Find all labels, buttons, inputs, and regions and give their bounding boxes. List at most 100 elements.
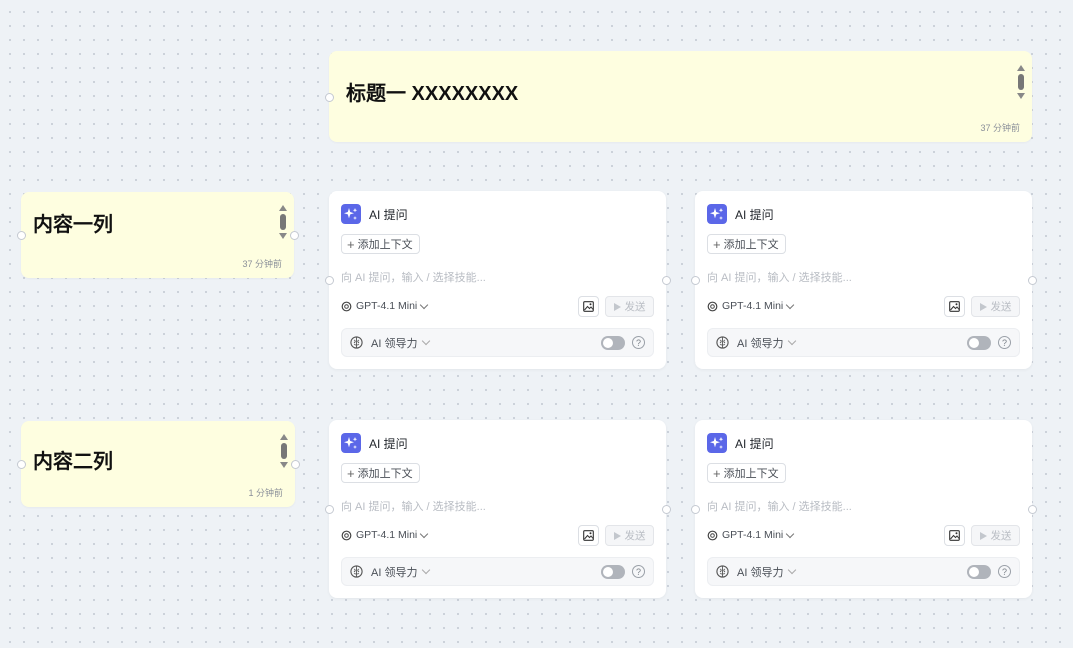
help-icon[interactable]: ? [632,565,645,578]
card-title: AI 提问 [735,207,774,222]
model-selector[interactable]: GPT-4.1 Mini [707,300,795,312]
send-icon [613,302,621,311]
chevron-down-icon[interactable] [788,565,797,575]
prompt-input[interactable]: 向 AI 提问，输入 / 选择技能... [341,269,486,285]
prompt-input[interactable]: 向 AI 提问，输入 / 选择技能... [341,498,486,514]
ai-sparkle-icon [341,433,361,453]
model-label: GPT-4.1 Mini [722,529,784,541]
ai-leadership-row[interactable]: AI 领导力 ? [341,328,654,357]
connector-handle[interactable] [662,505,671,514]
send-icon [979,302,987,311]
add-context-label: 添加上下文 [723,468,779,480]
add-context-label: 添加上下文 [357,468,413,480]
openai-icon [707,301,718,311]
scroll-thumb[interactable] [280,214,286,230]
chevron-down-icon [420,300,429,309]
openai-icon [341,530,352,540]
openai-icon [341,301,352,311]
prompt-input[interactable]: 向 AI 提问，输入 / 选择技能... [707,498,852,514]
add-context-label: 添加上下文 [723,239,779,251]
ai-leadership-row[interactable]: AI 领导力 ? [707,557,1020,586]
connector-handle[interactable] [325,276,334,285]
send-button[interactable]: 发送 [971,525,1020,546]
connector-handle[interactable] [1028,505,1037,514]
brain-icon [350,565,363,578]
image-upload-button[interactable] [944,296,965,317]
ai-leadership-row[interactable]: AI 领导力 ? [341,557,654,586]
connector-handle[interactable] [662,276,671,285]
chevron-down-icon[interactable] [422,336,431,346]
card-header: AI 提问 [707,433,774,453]
connector-handle[interactable] [17,460,26,469]
model-selector[interactable]: GPT-4.1 Mini [341,529,429,541]
help-icon[interactable]: ? [632,336,645,349]
ai-ask-card[interactable]: AI 提问 + 添加上下文 向 AI 提问，输入 / 选择技能... GPT-4… [695,191,1032,369]
prompt-input[interactable]: 向 AI 提问，输入 / 选择技能... [707,269,852,285]
send-button[interactable]: 发送 [605,296,654,317]
ai-ask-card[interactable]: AI 提问 + 添加上下文 向 AI 提问，输入 / 选择技能... GPT-4… [329,420,666,598]
add-context-button[interactable]: + 添加上下文 [707,234,786,254]
send-button[interactable]: 发送 [605,525,654,546]
leadership-label: AI 领导力 [737,337,784,350]
note-scrollbar[interactable] [280,434,288,468]
send-label: 发送 [990,530,1012,542]
model-label: GPT-4.1 Mini [356,529,418,541]
note-timestamp: 37 分钟前 [242,259,282,269]
connector-handle[interactable] [17,231,26,240]
scroll-thumb[interactable] [281,443,287,459]
send-icon [979,531,987,540]
plus-icon: + [347,465,355,481]
image-icon [583,301,594,312]
scroll-up-icon[interactable] [1017,65,1025,71]
connector-handle[interactable] [691,276,700,285]
note-scrollbar[interactable] [279,205,287,239]
add-context-button[interactable]: + 添加上下文 [707,463,786,483]
add-context-button[interactable]: + 添加上下文 [341,234,420,254]
chevron-down-icon[interactable] [788,336,797,346]
scroll-down-icon[interactable] [280,462,288,468]
ai-leadership-row[interactable]: AI 领导力 ? [707,328,1020,357]
note-scrollbar[interactable] [1017,65,1025,99]
chevron-down-icon [786,300,795,309]
image-upload-button[interactable] [578,296,599,317]
row-note[interactable]: 内容二列 1 分钟前 [21,421,295,507]
model-label: GPT-4.1 Mini [356,300,418,312]
connector-handle[interactable] [1028,276,1037,285]
note-title: 标题一 XXXXXXXX [346,83,519,105]
leadership-label: AI 领导力 [737,566,784,579]
model-selector[interactable]: GPT-4.1 Mini [341,300,429,312]
ai-sparkle-icon [341,204,361,224]
model-selector[interactable]: GPT-4.1 Mini [707,529,795,541]
scroll-down-icon[interactable] [1017,93,1025,99]
add-context-button[interactable]: + 添加上下文 [341,463,420,483]
leadership-toggle[interactable] [601,565,625,579]
scroll-up-icon[interactable] [280,434,288,440]
leadership-toggle[interactable] [967,336,991,350]
chevron-down-icon [420,529,429,538]
image-upload-button[interactable] [944,525,965,546]
scroll-down-icon[interactable] [279,233,287,239]
connector-handle[interactable] [291,460,300,469]
connector-handle[interactable] [325,505,334,514]
scroll-up-icon[interactable] [279,205,287,211]
note-title: 内容二列 [33,451,113,473]
help-icon[interactable]: ? [998,565,1011,578]
note-timestamp: 1 分钟前 [248,488,283,498]
chevron-down-icon [786,529,795,538]
connector-handle[interactable] [691,505,700,514]
chevron-down-icon[interactable] [422,565,431,575]
title-note[interactable]: 标题一 XXXXXXXX 37 分钟前 [329,51,1032,142]
send-button[interactable]: 发送 [971,296,1020,317]
card-header: AI 提问 [341,204,408,224]
scroll-thumb[interactable] [1018,74,1024,90]
leadership-toggle[interactable] [601,336,625,350]
plus-icon: + [713,465,721,481]
row-note[interactable]: 内容一列 37 分钟前 [21,192,294,278]
ai-ask-card[interactable]: AI 提问 + 添加上下文 向 AI 提问，输入 / 选择技能... GPT-4… [695,420,1032,598]
connector-handle[interactable] [325,93,334,102]
leadership-toggle[interactable] [967,565,991,579]
help-icon[interactable]: ? [998,336,1011,349]
image-upload-button[interactable] [578,525,599,546]
connector-handle[interactable] [290,231,299,240]
ai-ask-card[interactable]: AI 提问 + 添加上下文 向 AI 提问，输入 / 选择技能... GPT-4… [329,191,666,369]
